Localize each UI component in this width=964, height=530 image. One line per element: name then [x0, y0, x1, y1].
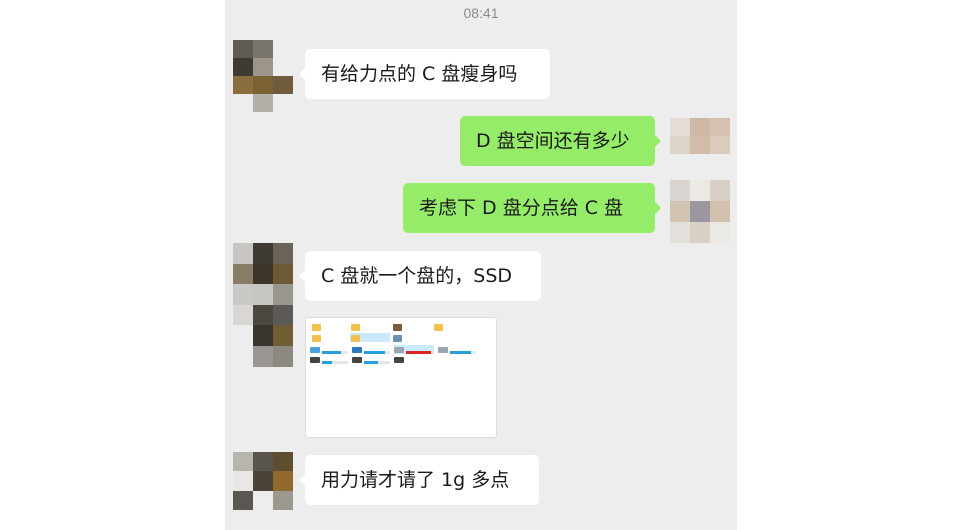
- message-timestamp: 08:41: [463, 5, 499, 21]
- folder-icon: [351, 335, 360, 342]
- message-bubble-incoming[interactable]: C 盘就一个盘的，SSD: [299, 251, 541, 301]
- contact-avatar[interactable]: [233, 452, 293, 510]
- drive-usage-bar: [450, 351, 476, 354]
- message-bubble-incoming[interactable]: 有给力点的 C 盘瘦身吗: [299, 49, 550, 99]
- folder-icon: [351, 324, 360, 331]
- folder-icon: [434, 324, 443, 331]
- message-bubble-incoming[interactable]: 用力请才请了 1g 多点: [299, 455, 539, 505]
- contact-avatar[interactable]: [233, 243, 293, 367]
- drive-usage-bar: [322, 361, 348, 364]
- drive-icon: [352, 357, 362, 363]
- image-message[interactable]: [305, 317, 497, 438]
- user-avatar[interactable]: [670, 180, 730, 244]
- message-bubble-outgoing[interactable]: 考虑下 D 盘分点给 C 盘: [403, 183, 661, 233]
- drive-icon: [310, 357, 320, 363]
- drive-icon: [438, 347, 448, 353]
- drive-icon: [394, 347, 404, 353]
- folder-icon: [312, 335, 321, 342]
- drive-icon: [394, 357, 404, 363]
- folder-icon: [393, 335, 402, 342]
- drive-usage-bar: [406, 351, 432, 354]
- chat-window: 08:41 有给力点的 C 盘瘦身吗 D 盘空间还有多少 考虑下 D 盘分点给 …: [225, 0, 737, 530]
- user-avatar[interactable]: [670, 118, 730, 172]
- folder-icon: [393, 324, 402, 331]
- drive-usage-bar: [322, 351, 348, 354]
- drive-icon: [352, 347, 362, 353]
- drive-usage-bar: [364, 351, 390, 354]
- drive-icon: [310, 347, 320, 353]
- contact-avatar[interactable]: [233, 40, 293, 112]
- drive-usage-bar: [364, 361, 390, 364]
- message-bubble-outgoing[interactable]: D 盘空间还有多少: [460, 116, 661, 166]
- folder-icon: [312, 324, 321, 331]
